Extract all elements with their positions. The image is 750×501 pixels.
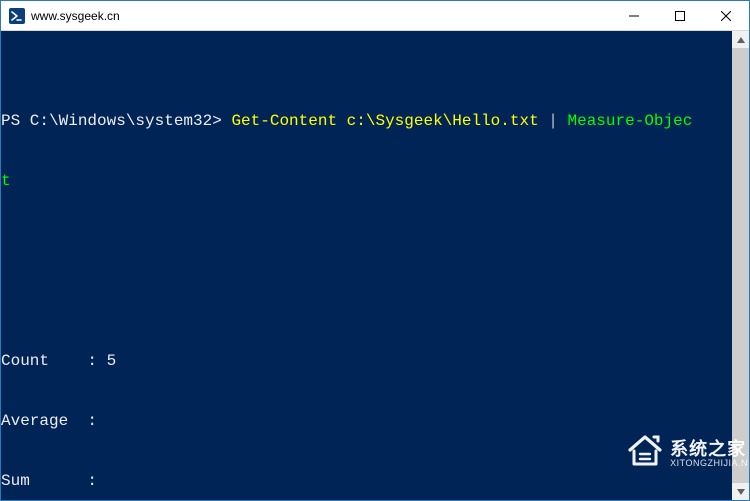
blank-line <box>1 291 749 311</box>
output-count-value: 5 <box>107 352 117 370</box>
watermark: 系统之家 XITONGZHIJIA.N <box>591 414 748 494</box>
output-count: Count : 5 <box>1 351 749 371</box>
command-measure-part1: Measure-Objec <box>568 112 693 130</box>
command-line-1: PS C:\Windows\system32> Get-Content c:\S… <box>1 111 749 131</box>
close-button[interactable] <box>703 1 749 30</box>
output-count-label: Count : <box>1 352 107 370</box>
app-icon <box>9 8 25 24</box>
command-line-2: t <box>1 171 749 191</box>
maximize-button[interactable] <box>657 1 703 30</box>
pipe-symbol: | <box>539 112 568 130</box>
scroll-up-icon[interactable] <box>732 31 749 48</box>
command-get-content: Get-Content c:\Sysgeek\Hello.txt <box>231 112 538 130</box>
watermark-main: 系统之家 <box>670 440 748 459</box>
powershell-window: www.sysgeek.cn PS C:\Windows\system32> G… <box>0 0 750 501</box>
command-measure-part2: t <box>1 172 11 190</box>
minimize-button[interactable] <box>611 1 657 30</box>
window-title: www.sysgeek.cn <box>31 9 611 23</box>
watermark-text: 系统之家 XITONGZHIJIA.N <box>670 440 748 468</box>
prompt-text: PS C:\Windows\system32> <box>1 112 231 130</box>
house-icon <box>591 414 665 494</box>
titlebar[interactable]: www.sysgeek.cn <box>1 1 749 31</box>
watermark-sub: XITONGZHIJIA.N <box>670 459 748 468</box>
window-controls <box>611 1 749 30</box>
terminal-area[interactable]: PS C:\Windows\system32> Get-Content c:\S… <box>1 31 749 500</box>
blank-line <box>1 231 749 251</box>
